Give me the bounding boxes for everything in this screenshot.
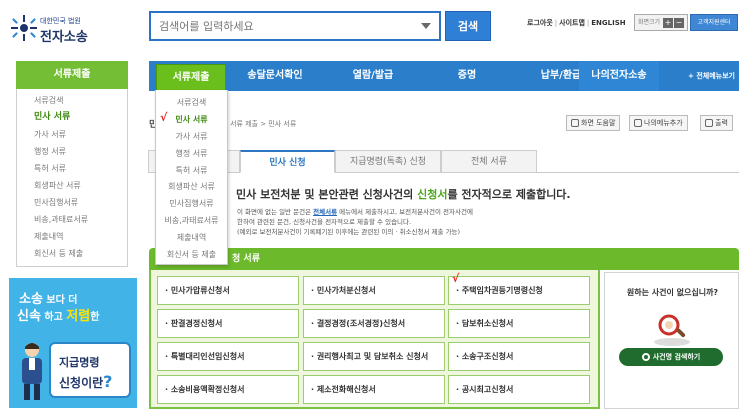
- nav-item-my-ecourt[interactable]: 나의전자소송: [579, 61, 659, 91]
- screen-help-button[interactable]: 화면 도움말: [566, 115, 621, 131]
- nav-item-certificate[interactable]: 증명: [421, 61, 513, 91]
- search-button[interactable]: 검색: [445, 11, 491, 41]
- sidebar-item-civil[interactable]: 민사 서류: [17, 109, 127, 126]
- banner-bubble: 지급명령 신청이란?: [49, 342, 131, 398]
- search-box[interactable]: [149, 11, 441, 41]
- tab-all-documents[interactable]: 전체 서류: [441, 150, 537, 173]
- court-emblem-icon: [11, 15, 37, 41]
- sidebar-item[interactable]: 서류검색: [17, 92, 127, 109]
- dropdown-arrow-icon[interactable]: [421, 23, 431, 29]
- application-cell[interactable]: · 민사가처분신청서: [303, 276, 445, 305]
- dropdown-item[interactable]: 제출내역: [156, 229, 227, 246]
- logo-subtitle: 대한민국 법원: [40, 17, 81, 25]
- sidebar-title: 서류제출: [16, 61, 128, 89]
- logo-title: 전자소송: [40, 30, 88, 45]
- court-logo[interactable]: 대한민국 법원 전자소송: [10, 12, 130, 46]
- help-icon: [571, 119, 579, 127]
- sidebar-menu: 서류검색 민사 서류 가사 서류 행정 서류 특허 서류 회생파산 서류 민사집…: [16, 89, 128, 267]
- sidebar-item[interactable]: 특허 서류: [17, 160, 127, 177]
- case-search-question: 원하는 사건이 없으십니까?: [626, 288, 719, 297]
- application-cell[interactable]: · 소송구조신청서: [448, 342, 590, 371]
- application-cell[interactable]: · 권리행사최고 및 담보취소 신청서: [303, 342, 445, 371]
- dropdown-item[interactable]: 특허 서류: [156, 162, 227, 179]
- printer-icon: [705, 119, 713, 127]
- english-link[interactable]: ENGLISH: [591, 19, 625, 27]
- magnifier-illustration-icon: [654, 314, 690, 346]
- page-description: 이 화면에 없는 일반 문건은 전체서류 메뉴에서 제출하시고, 보전처분사건이…: [237, 208, 473, 236]
- page-heading: 민사 보전처분 및 본안관련 신청사건의 신청서를 전자적으로 제출합니다.: [236, 188, 571, 201]
- application-cell-housing-lease[interactable]: · 주택임차권등기명령신청: [448, 276, 590, 305]
- dropdown-item[interactable]: 회생파산 서류: [156, 178, 227, 195]
- sidebar-item[interactable]: 민사집행서류: [17, 194, 127, 211]
- sidebar-item[interactable]: 제출내역: [17, 228, 127, 245]
- logout-link[interactable]: 로그아웃: [527, 19, 553, 27]
- breadcrumb: 서류 제출 > 민사 서류: [230, 120, 297, 128]
- application-cell[interactable]: · 판결경정신청서: [157, 309, 299, 338]
- sidebar-item[interactable]: 가사 서류: [17, 126, 127, 143]
- utility-links: 로그아웃 | 사이트맵 | ENGLISH: [527, 19, 626, 27]
- dropdown-item[interactable]: 회신서 등 제출: [156, 246, 227, 263]
- sidebar-item[interactable]: 비송,과태료서류: [17, 211, 127, 228]
- section-title: 청 서류: [232, 254, 260, 264]
- all-menu-link[interactable]: + 전체메뉴보기: [688, 61, 735, 91]
- main-nav: 송달문서확인 열람/발급 증명 납부/환급 나의전자소송 + 전체메뉴보기: [149, 61, 739, 91]
- search-icon: [641, 353, 650, 361]
- application-cell[interactable]: · 결정경정(조서경정)신청서: [303, 309, 445, 338]
- check-mark-icon: √: [160, 111, 168, 124]
- application-grid: · 민사가압류신청서 · 민사가처분신청서 · 주택임차권등기명령신청 · 판결…: [149, 270, 600, 409]
- sidebar-item[interactable]: 행정 서류: [17, 143, 127, 160]
- nav-item-document-submit[interactable]: 서류제출: [156, 64, 226, 90]
- application-cell[interactable]: · 소송비용액확정신청서: [157, 375, 299, 404]
- dropdown-item[interactable]: 민사집행서류: [156, 195, 227, 212]
- application-cell[interactable]: · 특별대리인선임신청서: [157, 342, 299, 371]
- nav-item-delivery[interactable]: 송달문서확인: [225, 61, 325, 91]
- tab-payment-order[interactable]: 지급명령(독촉) 신청: [335, 150, 441, 173]
- dropdown-item[interactable]: 비송,과태료서류: [156, 212, 227, 229]
- add-my-menu-button[interactable]: 나의메뉴추가: [629, 115, 688, 131]
- tab-civil-application[interactable]: 민사 신청: [240, 150, 335, 173]
- dropdown-item[interactable]: 행정 서류: [156, 145, 227, 162]
- font-minus-button[interactable]: −: [674, 17, 685, 28]
- print-button[interactable]: 출력: [700, 115, 733, 131]
- dropdown-item[interactable]: 가사 서류: [156, 128, 227, 145]
- search-input[interactable]: [159, 18, 409, 34]
- application-cell[interactable]: · 제소전화해신청서: [303, 375, 445, 404]
- font-size-label: 화면크기: [638, 19, 661, 26]
- person-illustration-icon: [22, 343, 42, 400]
- sidebar-item[interactable]: 회생파산 서류: [17, 177, 127, 194]
- check-mark-icon: √: [452, 272, 460, 285]
- case-search-panel: 원하는 사건이 없으십니까? 사건명 검색하기: [604, 272, 739, 409]
- bookmark-icon: [634, 119, 642, 127]
- dropdown-item[interactable]: 서류검색: [156, 94, 227, 111]
- application-cell[interactable]: · 담보취소신청서: [448, 309, 590, 338]
- font-plus-button[interactable]: +: [663, 17, 674, 28]
- sidebar-item[interactable]: 회신서 등 제출: [17, 245, 127, 262]
- sitemap-link[interactable]: 사이트맵: [559, 19, 585, 27]
- nav-item-view-issue[interactable]: 열람/발급: [325, 61, 421, 91]
- all-documents-link[interactable]: 전체서류: [313, 208, 337, 216]
- helpdesk-button[interactable]: 고객지원센터: [690, 14, 738, 31]
- case-name-search-button[interactable]: 사건명 검색하기: [619, 348, 723, 366]
- application-cell[interactable]: · 공시최고신청서: [448, 375, 590, 404]
- payment-order-banner[interactable]: 소송 보다 더 신속 하고 저렴한 지급명령 신청이란?: [9, 278, 137, 408]
- application-cell[interactable]: · 민사가압류신청서: [157, 276, 299, 305]
- font-size-control: 화면크기 + −: [634, 14, 688, 31]
